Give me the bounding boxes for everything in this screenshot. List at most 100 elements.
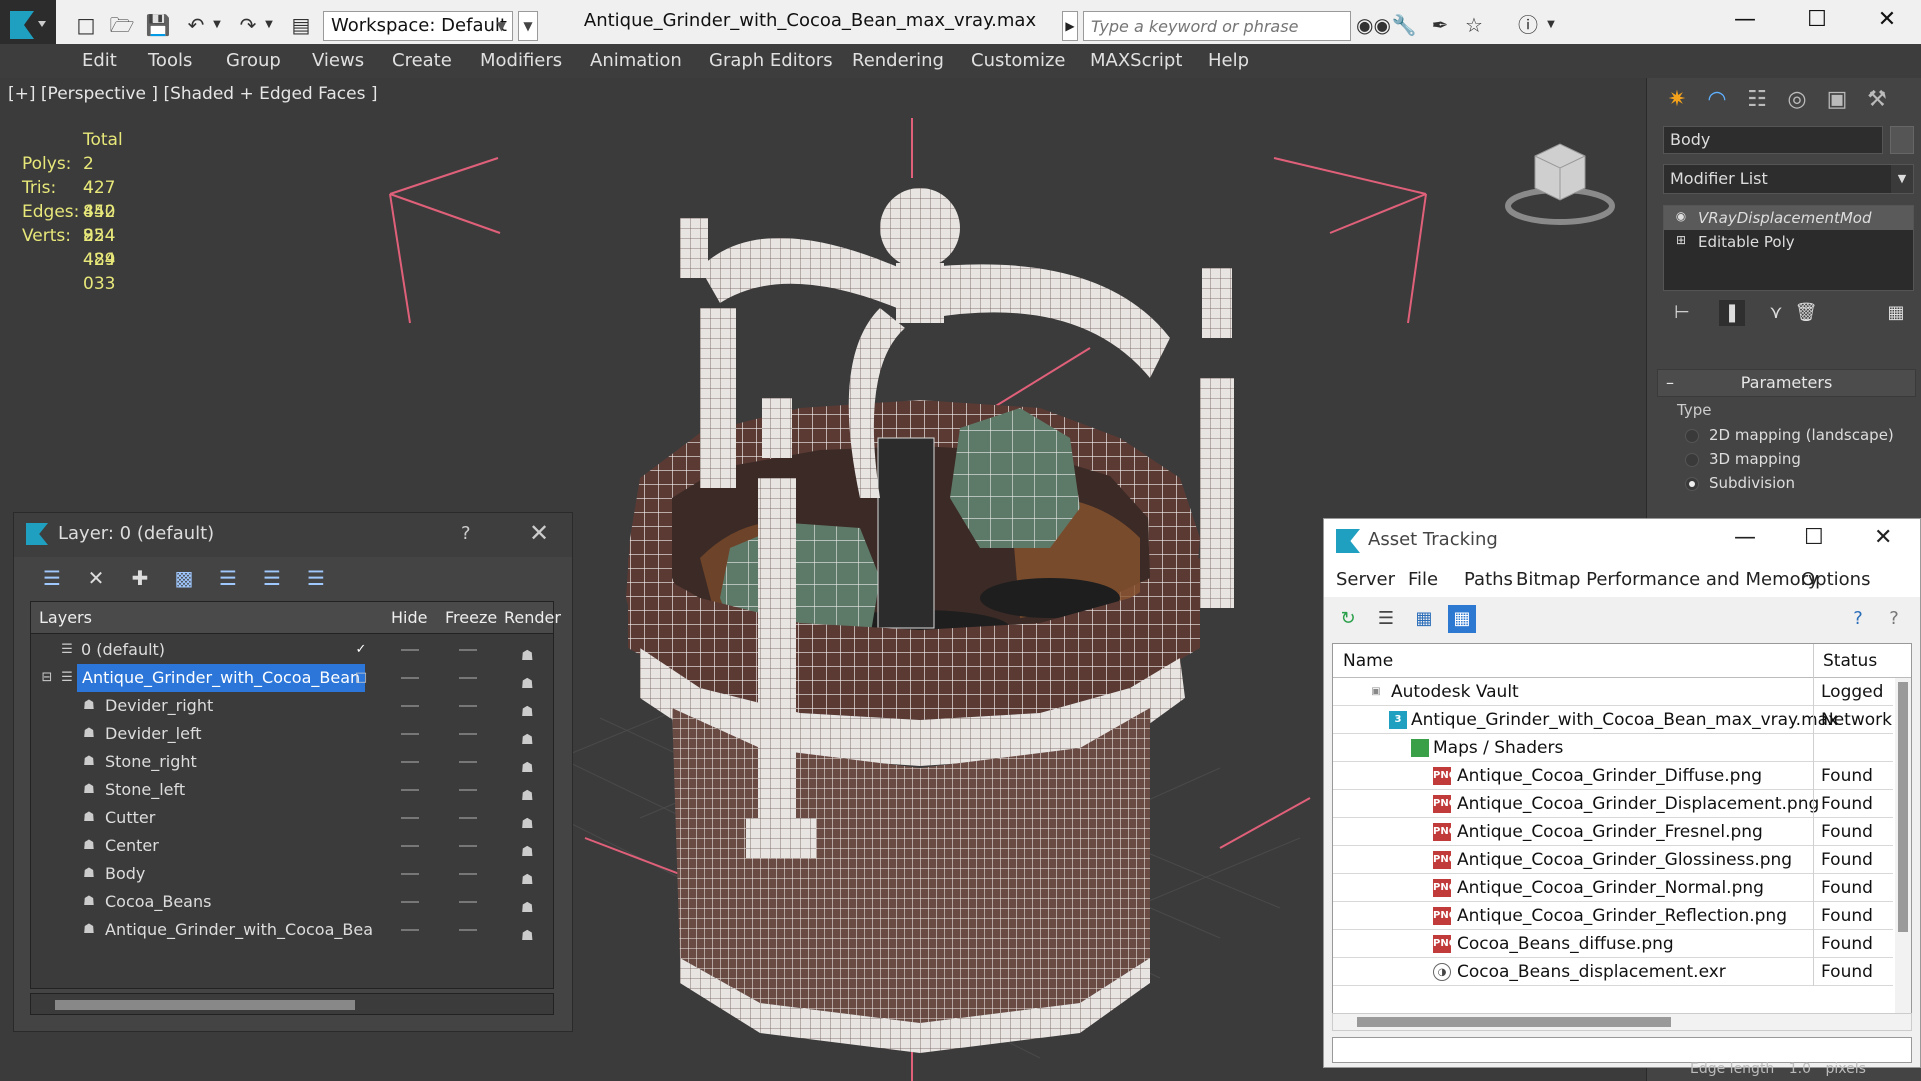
- hide-toggle[interactable]: [401, 845, 419, 847]
- stack-item-editable-poly[interactable]: ⊞ Editable Poly: [1664, 230, 1913, 254]
- binoculars-icon[interactable]: ◉◉: [1356, 12, 1391, 38]
- freeze-toggle[interactable]: [459, 901, 477, 903]
- pin-stack-icon[interactable]: ⊢: [1669, 300, 1695, 326]
- list-view-icon[interactable]: ☰: [1372, 605, 1400, 633]
- hide-toggle[interactable]: [401, 789, 419, 791]
- asset-dialog-titlebar[interactable]: Asset Tracking — ☐ ✕: [1324, 519, 1920, 563]
- asset-row[interactable]: PNG Antique_Cocoa_Grinder_Displacement.p…: [1333, 790, 1893, 818]
- hide-toggle[interactable]: [401, 677, 419, 679]
- object-color-swatch[interactable]: [1890, 126, 1914, 154]
- asset-row[interactable]: ▣ Autodesk Vault Logged: [1333, 678, 1893, 706]
- help-disabled-icon[interactable]: ?: [1880, 605, 1908, 633]
- menu-edit[interactable]: Edit: [82, 50, 117, 71]
- radio-2d-mapping[interactable]: 2D mapping (landscape): [1685, 426, 1894, 444]
- modify-tab-icon[interactable]: ◠: [1699, 84, 1735, 116]
- hide-all-icon[interactable]: ☰: [302, 565, 330, 591]
- select-objects-icon[interactable]: ☰: [214, 565, 242, 591]
- redo-dropdown-icon[interactable]: ▼: [262, 12, 276, 38]
- undo-icon[interactable]: ↶: [182, 12, 210, 38]
- parameters-rollout[interactable]: – Parameters: [1657, 369, 1916, 397]
- menu-file[interactable]: File: [1408, 569, 1438, 590]
- pen-icon[interactable]: ✒: [1426, 12, 1454, 38]
- expand-plus-icon[interactable]: ⊞: [1674, 233, 1688, 247]
- add-selection-icon[interactable]: ▩: [170, 565, 198, 591]
- layer-row[interactable]: ☗ Devider_left ☗: [31, 720, 553, 748]
- create-tab-icon[interactable]: ✷: [1659, 84, 1695, 116]
- hide-toggle[interactable]: [401, 929, 419, 931]
- asset-row[interactable]: PNG Cocoa_Beans_diffuse.png Found: [1333, 930, 1893, 958]
- modifier-list-dropdown[interactable]: Modifier List ▼: [1663, 164, 1914, 194]
- close-button[interactable]: ✕: [1852, 0, 1921, 42]
- freeze-toggle[interactable]: [459, 761, 477, 763]
- save-icon[interactable]: 💾: [144, 12, 172, 38]
- column-freeze[interactable]: Freeze: [445, 608, 497, 627]
- layer-row[interactable]: ☗ Center ☗: [31, 832, 553, 860]
- menu-options[interactable]: Options: [1801, 569, 1870, 590]
- hide-toggle[interactable]: [401, 873, 419, 875]
- scrollbar-thumb[interactable]: [1898, 682, 1908, 932]
- menu-create[interactable]: Create: [392, 50, 452, 71]
- app-logo[interactable]: [0, 0, 56, 50]
- help-dropdown-icon[interactable]: ▼: [1544, 12, 1558, 38]
- close-icon[interactable]: ✕: [529, 519, 549, 547]
- hierarchy-tab-icon[interactable]: ☷: [1739, 84, 1775, 116]
- help-button[interactable]: ?: [461, 523, 471, 544]
- scrollbar-thumb[interactable]: [1357, 1017, 1671, 1027]
- search-expand-button[interactable]: ▶: [1062, 11, 1078, 41]
- scrollbar-thumb[interactable]: [55, 1000, 355, 1010]
- project-folder-icon[interactable]: ▤: [287, 12, 315, 38]
- star-icon[interactable]: ☆: [1460, 12, 1488, 38]
- viewcube-icon[interactable]: [1505, 126, 1615, 226]
- hide-toggle[interactable]: [401, 761, 419, 763]
- menu-customize[interactable]: Customize: [971, 50, 1065, 71]
- configure-sets-icon[interactable]: ▦: [1883, 300, 1909, 326]
- object-name-field[interactable]: Body: [1663, 126, 1883, 154]
- undo-dropdown-icon[interactable]: ▼: [210, 12, 224, 38]
- open-icon[interactable]: 🗁: [108, 12, 136, 38]
- workspace-select[interactable]: Workspace: Default ▼: [323, 11, 513, 41]
- redo-icon[interactable]: ↷: [234, 12, 262, 38]
- minimize-button[interactable]: —: [1734, 525, 1756, 550]
- remove-modifier-icon[interactable]: 🗑: [1793, 300, 1819, 326]
- workspace-menu-button[interactable]: ▼: [518, 11, 538, 41]
- radio-button[interactable]: [1685, 453, 1699, 467]
- display-tab-icon[interactable]: ▣: [1819, 84, 1855, 116]
- radio-button[interactable]: [1685, 429, 1699, 443]
- hide-toggle[interactable]: [401, 901, 419, 903]
- radio-3d-mapping[interactable]: 3D mapping: [1685, 450, 1801, 468]
- delete-layer-icon[interactable]: ✕: [82, 565, 110, 591]
- table-view-icon[interactable]: ▦: [1448, 605, 1476, 633]
- layer-row[interactable]: ☗ Devider_right ☗: [31, 692, 553, 720]
- layer-row[interactable]: ☗ Cutter ☗: [31, 804, 553, 832]
- stack-item-vraydisplacementmod[interactable]: ◉ VRayDisplacementMod: [1664, 206, 1913, 230]
- layer-row[interactable]: ☰ 0 (default) ✓ ☗: [31, 636, 553, 664]
- viewport-label[interactable]: [+] [Perspective ] [Shaded + Edged Faces…: [8, 84, 377, 104]
- hide-toggle[interactable]: [401, 705, 419, 707]
- freeze-toggle[interactable]: [459, 677, 477, 679]
- menu-maxscript[interactable]: MAXScript: [1090, 50, 1182, 71]
- freeze-toggle[interactable]: [459, 733, 477, 735]
- asset-row[interactable]: Maps / Shaders: [1333, 734, 1893, 762]
- freeze-toggle[interactable]: [459, 649, 477, 651]
- layer-row[interactable]: ☗ Stone_right ☗: [31, 748, 553, 776]
- menu-bitmap-performance[interactable]: Bitmap Performance and Memory: [1516, 569, 1819, 590]
- collapse-icon[interactable]: ⊟: [39, 670, 55, 686]
- menu-views[interactable]: Views: [312, 50, 364, 71]
- layer-row[interactable]: ☗ Body ☗: [31, 860, 553, 888]
- hide-toggle[interactable]: [401, 817, 419, 819]
- render-teapot-icon[interactable]: ☗: [521, 922, 534, 950]
- new-icon[interactable]: □: [72, 12, 100, 38]
- layers-icon[interactable]: ☰: [38, 565, 66, 591]
- help-icon[interactable]: ?: [1844, 605, 1872, 633]
- column-hide[interactable]: Hide: [391, 608, 427, 627]
- close-button[interactable]: ✕: [1874, 525, 1892, 550]
- set-current-box-icon[interactable]: □: [353, 670, 369, 686]
- asset-row[interactable]: 3 Antique_Grinder_with_Cocoa_Bean_max_vr…: [1333, 706, 1893, 734]
- wrench-icon[interactable]: 🔧: [1390, 12, 1418, 38]
- menu-server[interactable]: Server: [1336, 569, 1395, 590]
- radio-button[interactable]: [1685, 477, 1699, 491]
- menu-animation[interactable]: Animation: [590, 50, 682, 71]
- asset-row[interactable]: PNG Antique_Cocoa_Grinder_Reflection.png…: [1333, 902, 1893, 930]
- asset-row[interactable]: PNG Antique_Cocoa_Grinder_Normal.png Fou…: [1333, 874, 1893, 902]
- menu-graph-editors[interactable]: Graph Editors: [709, 50, 833, 71]
